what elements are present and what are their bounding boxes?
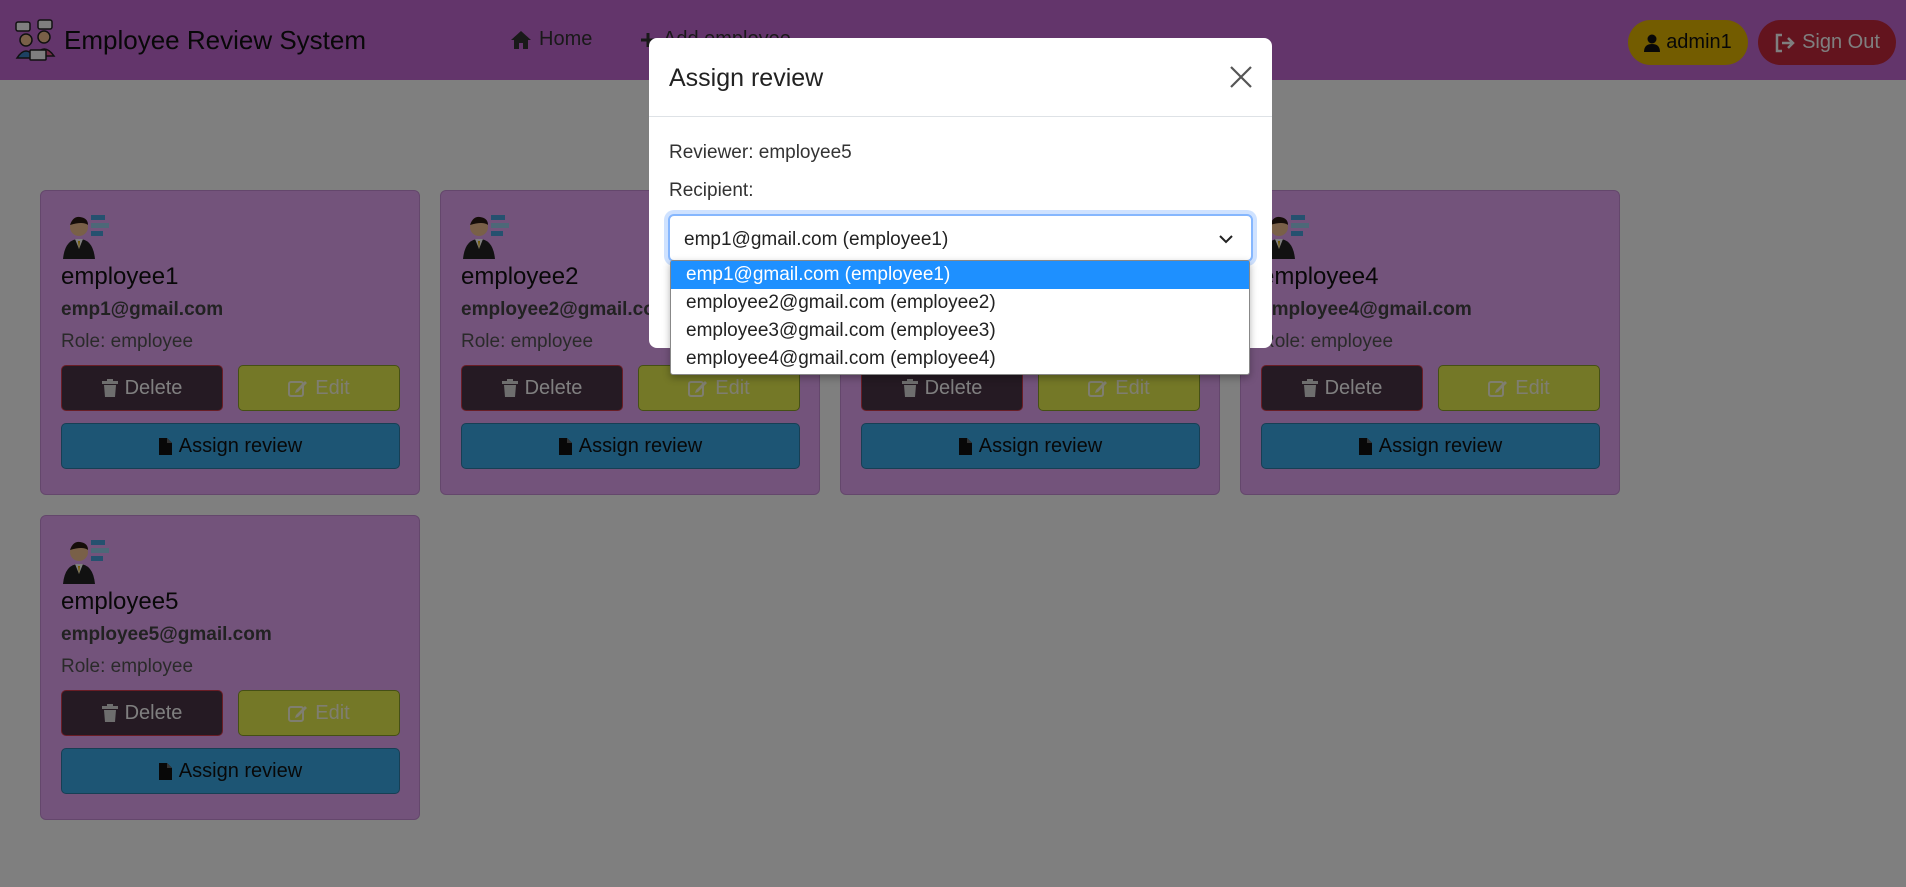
recipient-option[interactable]: employee3@gmail.com (employee3) xyxy=(671,317,1249,345)
close-icon[interactable] xyxy=(1226,62,1256,92)
recipient-option[interactable]: employee2@gmail.com (employee2) xyxy=(671,289,1249,317)
reviewer-text: Reviewer: employee5 xyxy=(669,142,852,163)
recipient-label: Recipient: xyxy=(669,180,754,201)
recipient-option[interactable]: employee4@gmail.com (employee4) xyxy=(671,345,1249,373)
recipient-option[interactable]: emp1@gmail.com (employee1) xyxy=(671,261,1249,289)
chevron-down-icon xyxy=(1219,235,1233,244)
recipient-select-value: emp1@gmail.com (employee1) xyxy=(684,229,949,250)
modal-title: Assign review xyxy=(669,64,824,92)
recipient-select[interactable]: emp1@gmail.com (employee1) xyxy=(668,214,1253,262)
modal-divider xyxy=(649,116,1272,117)
recipient-dropdown-list: emp1@gmail.com (employee1) employee2@gma… xyxy=(670,260,1250,375)
